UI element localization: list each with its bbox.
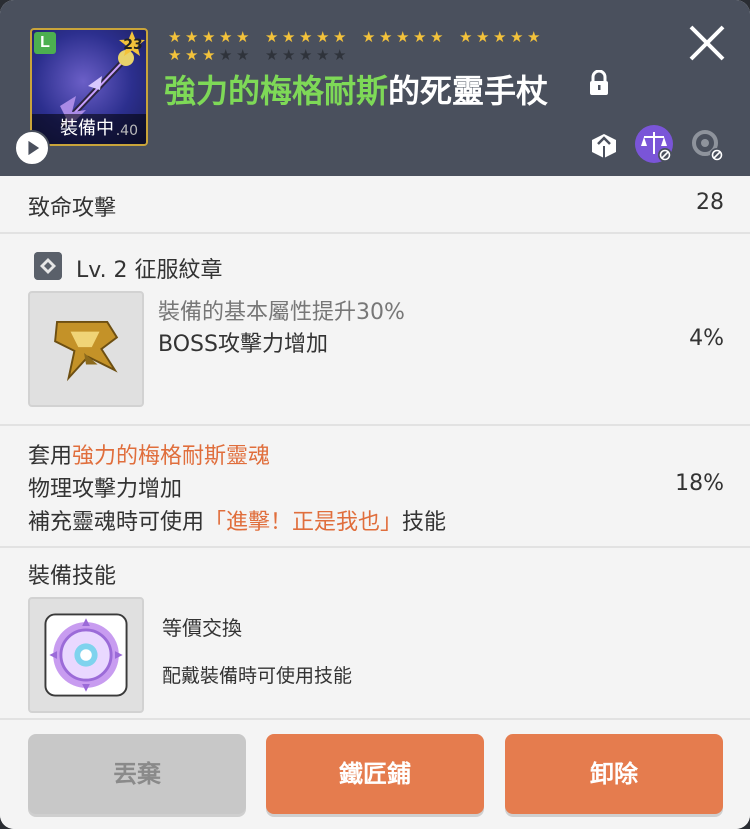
grade-badge: L xyxy=(34,32,56,54)
star-filled-icon: ★ xyxy=(316,28,330,46)
star-filled-icon: ★ xyxy=(202,46,216,64)
star-empty-icon: ★ xyxy=(333,46,347,64)
soul-skill: 補充靈魂時可使用「進擊！正是我也」技能 xyxy=(28,504,446,536)
star-empty-icon: ★ xyxy=(282,46,296,64)
star-filled-icon: ★ xyxy=(333,28,347,46)
equip-skill-title: 裝備技能 xyxy=(28,564,117,589)
star-filled-icon: ★ xyxy=(265,28,279,46)
star-filled-icon: ★ xyxy=(510,28,524,46)
star-gap xyxy=(350,30,360,48)
item-name: 強力的梅格耐斯的死靈手杖 xyxy=(164,66,548,112)
lock-icon[interactable] xyxy=(588,70,610,96)
star-filled-icon: ★ xyxy=(168,28,182,46)
star-empty-icon: ★ xyxy=(316,46,330,64)
level-badge: 23 xyxy=(123,37,143,53)
star-filled-icon: ★ xyxy=(236,28,250,46)
star-filled-icon: ★ xyxy=(282,28,296,46)
star-filled-icon: ★ xyxy=(185,28,199,46)
item-icon[interactable]: L 23 裝備中 .40 xyxy=(30,28,148,146)
star-filled-icon: ★ xyxy=(459,28,473,46)
soul-prefix: 套用 xyxy=(28,444,73,469)
divider xyxy=(0,232,750,234)
soul-effect-value: 18% xyxy=(675,471,724,496)
star-filled-icon: ★ xyxy=(476,28,490,46)
star-empty-icon: ★ xyxy=(265,46,279,64)
item-name-highlight: 強力的梅格耐斯 xyxy=(164,72,389,110)
star-filled-icon: ★ xyxy=(362,28,376,46)
star-gap xyxy=(253,48,263,66)
unequip-button[interactable]: 卸除 xyxy=(505,734,723,814)
emblem-effect-value: 4% xyxy=(689,326,724,351)
divider xyxy=(0,424,750,426)
diamond-icon xyxy=(34,252,62,280)
star-empty-icon: ★ xyxy=(299,46,313,64)
star-filled-icon: ★ xyxy=(299,28,313,46)
close-icon[interactable] xyxy=(686,22,728,64)
soul-skill-prefix: 補充靈魂時可使用 xyxy=(28,510,205,535)
star-filled-icon: ★ xyxy=(185,46,199,64)
star-filled-icon: ★ xyxy=(396,28,410,46)
star-gap xyxy=(253,30,263,48)
emblem-desc: 裝備的基本屬性提升30% xyxy=(158,300,405,325)
star-filled-icon: ★ xyxy=(430,28,444,46)
star-empty-icon: ★ xyxy=(236,46,250,64)
share-icon[interactable] xyxy=(584,124,624,164)
star-filled-icon: ★ xyxy=(219,28,233,46)
scale-icon[interactable] xyxy=(634,124,674,164)
star-filled-icon: ★ xyxy=(413,28,427,46)
emblem-icon-box[interactable] xyxy=(28,291,144,407)
star-empty-icon: ★ xyxy=(219,46,233,64)
item-name-rest: 的死靈手杖 xyxy=(388,72,549,110)
star-filled-icon: ★ xyxy=(379,28,393,46)
soul-applied: 套用強力的梅格耐斯靈魂 xyxy=(28,438,270,470)
equipped-label: 裝備中 xyxy=(60,118,114,139)
soul-skill-suffix: 技能 xyxy=(402,510,447,535)
equip-skill-desc: 配戴裝備時可使用技能 xyxy=(162,665,353,687)
emblem-title: Lv. 2 征服紋章 xyxy=(76,258,223,283)
divider xyxy=(0,546,750,548)
critical-value: 28 xyxy=(696,190,724,215)
star-filled-icon: ★ xyxy=(493,28,507,46)
star-filled-icon: ★ xyxy=(202,28,216,46)
soul-effect-label: 物理攻擊力增加 xyxy=(28,477,183,502)
soul-skill-name: 「進擊！正是我也」 xyxy=(204,510,403,535)
skill-icon xyxy=(44,613,128,697)
skill-icon-box[interactable] xyxy=(28,597,144,713)
item-detail-panel: L 23 裝備中 .40 ★ ★ ★ ★ ★ ★ ★ ★ ★ ★ ★ ★ ★ ★ ★ ★ ★ ★ ★ ★ ★ ★ ★ ★ ★ ★… xyxy=(0,0,750,829)
critical-label: 致命攻擊 xyxy=(28,196,117,221)
item-header: L 23 裝備中 .40 ★ ★ ★ ★ ★ ★ ★ ★ ★ ★ ★ ★ ★ ★ ★ ★ ★ ★ ★ ★ ★ ★ ★ ★ ★ ★… xyxy=(0,0,750,176)
star-rating-row-2: ★ ★ ★ ★ ★ ★ ★ ★ ★ ★ xyxy=(168,48,568,66)
action-footer: 丟棄 鐵匠鋪 卸除 xyxy=(0,718,750,829)
star-filled-icon: ★ xyxy=(168,46,182,64)
discard-button[interactable]: 丟棄 xyxy=(28,734,246,814)
play-icon[interactable] xyxy=(14,130,50,166)
emblem-icon xyxy=(54,321,119,382)
equip-skill-name: 等價交換 xyxy=(162,616,242,640)
refresh-blocked-icon[interactable] xyxy=(686,124,726,164)
blacksmith-button[interactable]: 鐵匠鋪 xyxy=(266,734,484,814)
soul-name: 強力的梅格耐斯靈魂 xyxy=(72,444,271,469)
star-gap xyxy=(447,30,457,48)
emblem-effect-label: BOSS攻擊力增加 xyxy=(158,332,328,357)
version-label: .40 xyxy=(115,123,138,139)
star-filled-icon: ★ xyxy=(527,28,541,46)
